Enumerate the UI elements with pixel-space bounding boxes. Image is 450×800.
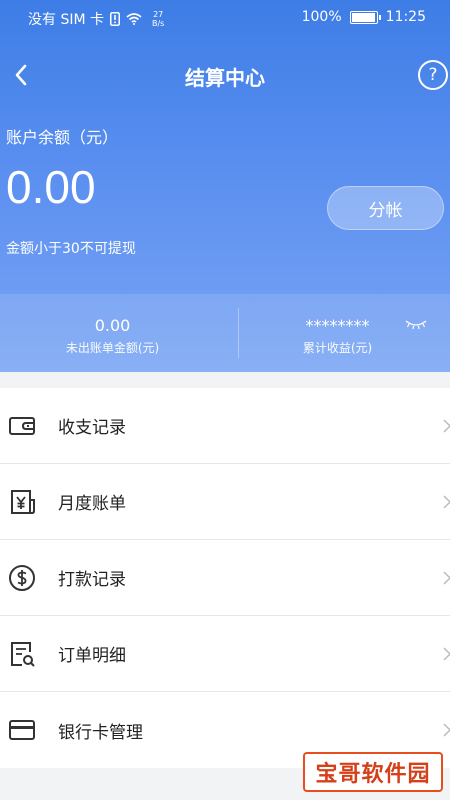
menu-label: 银行卡管理 [58,722,143,743]
menu-label: 订单明细 [58,646,126,666]
total-earnings: ******** 累计收益(元) [225,294,450,372]
menu-label: 收支记录 [58,418,126,438]
earnings-label: 累计收益(元) [302,341,373,355]
dollar-circle-icon [9,565,35,591]
chevron-right-icon [443,723,450,737]
menu-item-monthly-bill[interactable]: 月度账单 [0,464,450,540]
menu-label: 打款记录 [58,570,126,590]
order-search-icon [11,642,35,667]
balance-value: 0.00 [6,161,96,213]
question-icon: ? [428,65,438,85]
status-bar: 没有 SIM 卡 27 B/s 100% 11:25 [0,0,450,36]
chevron-right-icon [443,647,450,661]
menu-item-income-expense[interactable]: 收支记录 [0,388,450,464]
network-speed: 27 B/s [152,10,165,28]
menu-label: 月度账单 [58,494,126,514]
chevron-right-icon [443,495,450,509]
unbilled-label: 未出账单金额(元) [65,341,160,355]
withdraw-note: 金额小于30不可提现 [6,241,136,257]
sim-alert-icon [110,12,120,26]
account-header: 没有 SIM 卡 27 B/s 100% 11:25 结算中心 ? 账户余额（元… [0,0,450,372]
nav-bar: 结算中心 ? [0,52,450,98]
settlement-menu: 收支记录 月度账单 打款记录 订单明细 银行卡管理 [0,388,450,768]
clock: 11:25 [385,9,426,25]
wallet-icon [9,417,35,435]
bank-card-icon [9,720,35,740]
unbilled-value: 0.00 [94,316,131,335]
chevron-right-icon [443,571,450,585]
battery-icon [349,10,381,24]
balance-label: 账户余额（元） [6,128,119,147]
unbilled-amount: 0.00 未出账单金额(元) [0,294,225,372]
yen-bill-icon [11,490,35,514]
menu-item-order-details[interactable]: 订单明细 [0,616,450,692]
stats-bar: 0.00 未出账单金额(元) ******** 累计收益(元) [0,294,450,372]
wifi-icon [126,13,142,25]
menu-item-payout-records[interactable]: 打款记录 [0,540,450,616]
carrier-text: 没有 SIM 卡 [28,12,104,28]
chevron-right-icon [443,419,450,433]
eye-closed-icon[interactable] [405,318,427,330]
page-title: 结算中心 [185,66,265,90]
help-button[interactable]: ? [418,60,448,90]
split-button[interactable]: 分帐 [327,186,444,230]
battery-percent: 100% [301,9,342,25]
watermark-logo: 宝哥软件园 [303,752,443,792]
